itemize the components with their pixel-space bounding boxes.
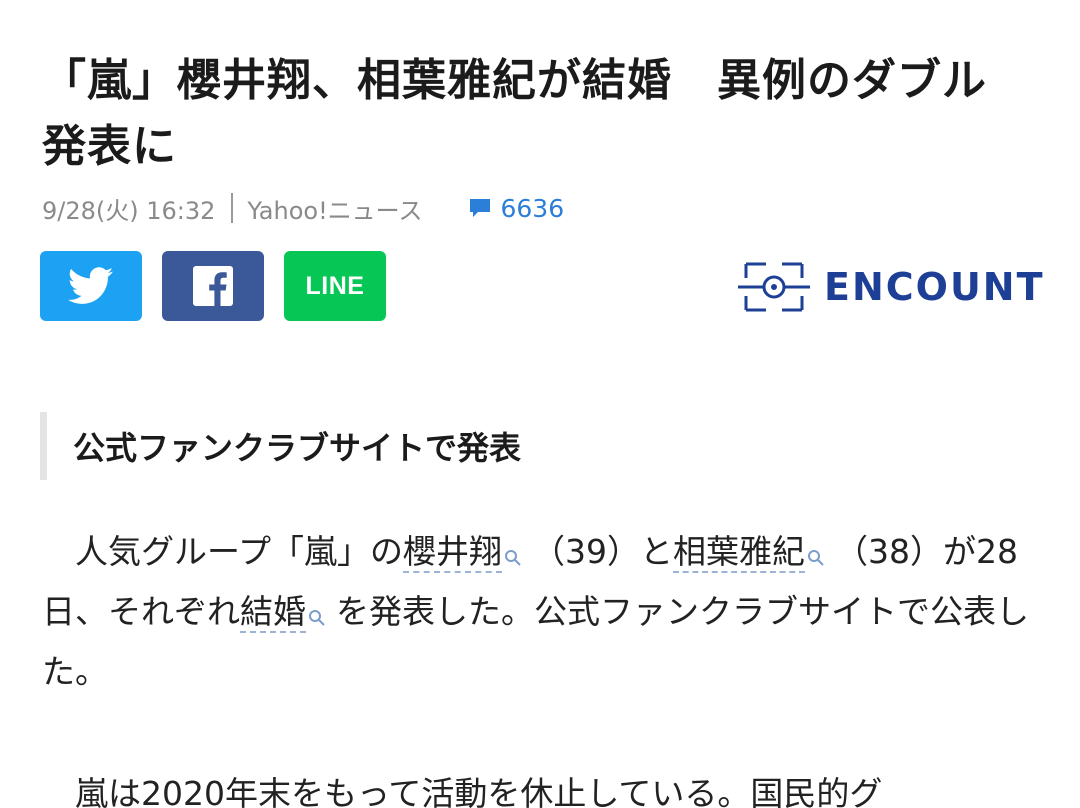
keyword-link-aiba[interactable]: 相葉雅紀 [673, 532, 806, 573]
search-icon [309, 610, 325, 626]
twitter-bird-icon [68, 267, 114, 304]
article-paragraph-2: 嵐は2020年末をもって活動を休止している。国民的グ [42, 764, 1042, 808]
meta-divider [231, 193, 234, 223]
keyword-link-sakurai[interactable]: 櫻井翔 [403, 532, 503, 573]
source-name: Yahoo!ニュース [247, 196, 423, 225]
speech-bubble-icon [470, 199, 491, 217]
paragraph-text: （39）と [532, 532, 674, 571]
article-title-line2: 発表に [42, 121, 177, 172]
section-heading-text: 公式ファンクラブサイトで発表 [73, 429, 522, 467]
keyword-link-marriage[interactable]: 結婚 [240, 592, 306, 633]
publish-date: 9/28(火) 16:32 [42, 196, 216, 225]
search-icon [505, 550, 521, 566]
facebook-share-button[interactable] [162, 251, 264, 321]
article-meta: 9/28(火) 16:32 Yahoo!ニュース 6636 [42, 190, 564, 226]
article-title-line1: 「嵐」櫻井翔、相葉雅紀が結婚 異例のダブル [42, 55, 987, 106]
line-share-button[interactable]: LINE [284, 251, 386, 321]
paragraph-text: 人気グループ「嵐」の [75, 532, 404, 571]
encount-brand[interactable]: ENCOUNT [738, 258, 1045, 316]
twitter-share-button[interactable] [40, 251, 142, 321]
facebook-f-icon [193, 266, 233, 306]
section-heading: 公式ファンクラブサイトで発表 [40, 412, 1040, 480]
comment-count: 6636 [500, 193, 565, 223]
comment-count-link[interactable]: 6636 [468, 194, 564, 223]
search-icon [808, 550, 824, 566]
share-buttons: LINE [40, 251, 386, 321]
crosshair-logo-icon [738, 262, 810, 312]
article-page: 「嵐」櫻井翔、相葉雅紀が結婚 異例のダブル 発表に 9/28(火) 16:32 … [0, 0, 1080, 808]
paragraph-text: 嵐は2020年末をもって活動を休止している。国民的グ [75, 774, 883, 808]
article-title: 「嵐」櫻井翔、相葉雅紀が結婚 異例のダブル 発表に [42, 48, 1042, 180]
article-paragraph-1: 人気グループ「嵐」の櫻井翔 （39）と相葉雅紀 （38）が28日、それぞれ結婚 を発表… [42, 522, 1042, 702]
line-share-label: LINE [305, 271, 365, 300]
brand-name: ENCOUNT [824, 265, 1045, 309]
